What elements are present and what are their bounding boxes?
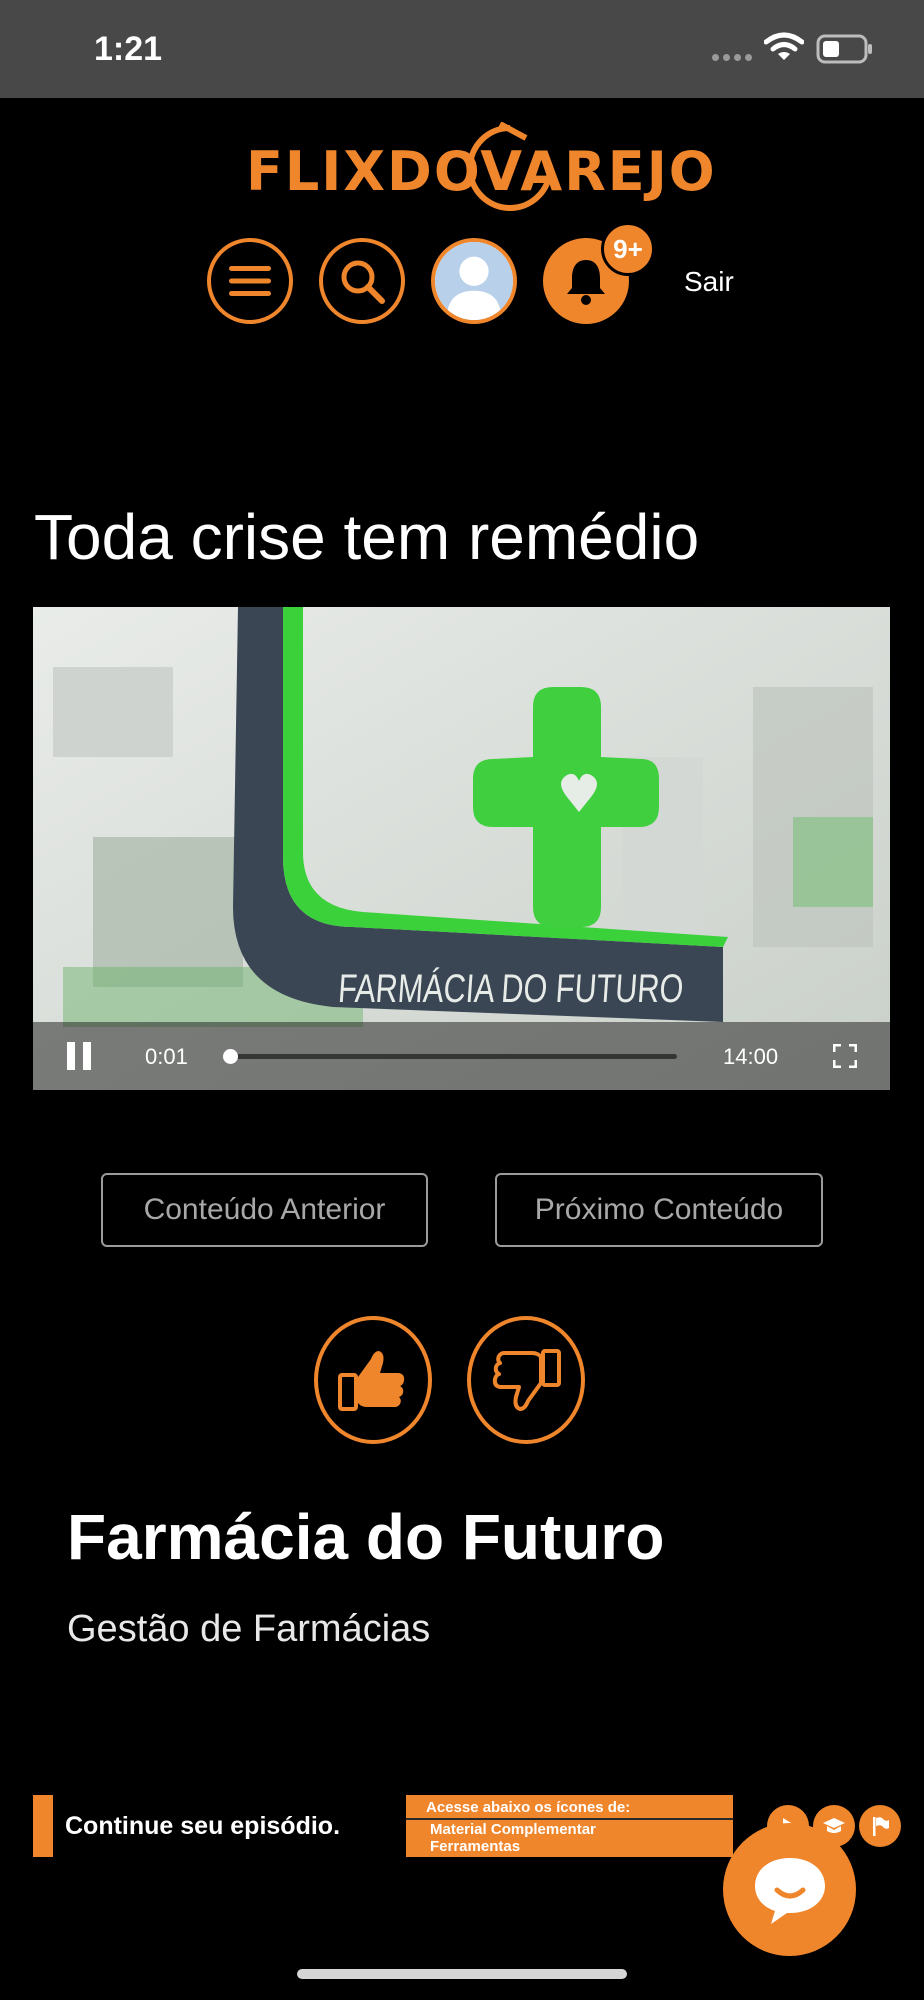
flixdovarejo-logo[interactable]: FLIXDOVAREJO (246, 122, 715, 218)
show-title: Farmácia do Futuro (67, 1501, 665, 1573)
show-category: Gestão de Farmácias (67, 1608, 431, 1650)
banner-line-1: Acesse abaixo os ícones de: (426, 1799, 631, 1816)
next-content-button[interactable]: Próximo Conteúdo (495, 1173, 823, 1247)
cellular-signal-icon (712, 54, 752, 61)
pause-button[interactable] (67, 1042, 93, 1070)
notification-count-badge: 9+ (601, 222, 655, 276)
menu-button[interactable] (207, 238, 293, 324)
banner-headline: Continue seu episódio. (53, 1795, 406, 1857)
banner-line-3: Ferramentas (430, 1838, 521, 1855)
previous-content-button[interactable]: Conteúdo Anterior (101, 1173, 428, 1247)
video-seek-thumb[interactable] (222, 1049, 238, 1064)
pause-icon-bar (83, 1042, 91, 1070)
status-time: 1:21 (94, 30, 163, 68)
chat-bubble-icon (754, 1857, 825, 1924)
banner-line-2: Material Complementar (430, 1821, 596, 1838)
video-player[interactable]: FARMÁCIA DO FUTURO 0:01 14:00 (33, 607, 890, 1090)
user-avatar-button[interactable] (431, 238, 517, 324)
thumbs-up-icon (338, 1351, 405, 1411)
video-overlay-text: FARMÁCIA DO FUTURO (337, 966, 685, 1011)
dislike-button[interactable] (467, 1316, 585, 1444)
bell-icon (567, 260, 605, 305)
video-frame-image: FARMÁCIA DO FUTURO (33, 607, 890, 1090)
video-current-time: 0:01 (145, 1044, 188, 1069)
wifi-icon (764, 32, 804, 60)
battery-icon (816, 34, 872, 64)
home-indicator (297, 1969, 627, 1979)
banner-info: Acesse abaixo os ícones de: Material Com… (406, 1795, 766, 1857)
banner-divider (406, 1818, 766, 1820)
flag-glyph-icon (873, 1817, 889, 1836)
video-seek-bar[interactable] (222, 1049, 677, 1064)
search-button[interactable] (319, 238, 405, 324)
pause-icon-bar (67, 1042, 75, 1070)
fullscreen-icon[interactable] (833, 1044, 857, 1068)
flag-icon[interactable] (859, 1805, 901, 1847)
user-avatar-icon (435, 242, 513, 320)
hamburger-menu-icon (229, 266, 271, 296)
logo-play-ring-icon (467, 122, 553, 211)
like-button[interactable] (314, 1316, 432, 1444)
search-icon (341, 260, 385, 304)
video-controls: 0:01 14:00 (33, 1022, 890, 1090)
thumbs-down-icon (492, 1349, 561, 1411)
page-title: Toda crise tem remédio (34, 501, 700, 573)
status-bar: 1:21 (0, 0, 924, 98)
logout-link[interactable]: Sair (684, 266, 734, 298)
chat-button[interactable] (723, 1823, 856, 1956)
video-duration: 14:00 (723, 1044, 779, 1069)
